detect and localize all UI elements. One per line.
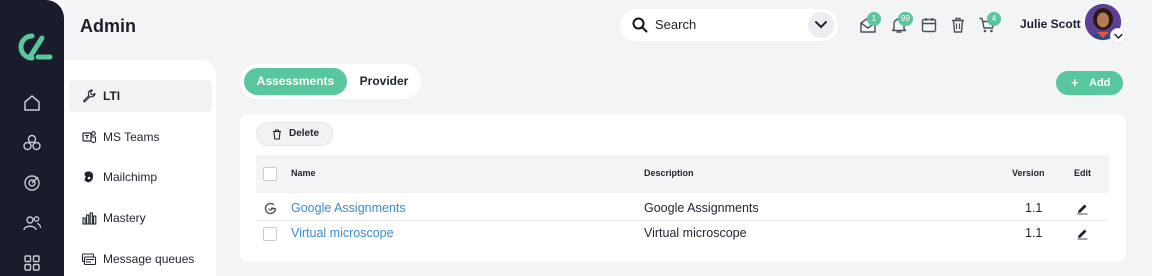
row-description: Virtual microscope [644,226,747,240]
row-description: Google Assignments [644,201,759,215]
sidebar-item-label: Mastery [103,211,146,225]
sidebar-item-message-queues[interactable]: Message queues [69,243,212,275]
row-version: 1.1 [1025,201,1043,215]
sidebar-item-ms-teams[interactable]: MS Teams [69,121,212,153]
cart-badge: 4 [987,12,1001,26]
sidebar-item-mastery[interactable]: Mastery [69,202,212,234]
table-row[interactable]: Virtual microscope Virtual microscope 1.… [256,221,1109,246]
teams-icon [82,131,97,144]
chevron-down-icon [1114,33,1123,40]
bell-badge: 99 [898,12,913,26]
apps-icon[interactable] [22,253,42,273]
table-header: Name Description Version Edit [256,155,1109,193]
sidebar-item-label: LTI [103,89,121,103]
wrench-icon [82,89,96,103]
home-icon[interactable] [22,93,42,113]
sidebar-item-label: Mailchimp [103,170,158,184]
search-input[interactable]: Search [655,17,696,32]
pencil-icon[interactable] [1076,202,1089,215]
table-row[interactable]: Google Assignments Google Assignments 1.… [256,196,1109,221]
integrations-sidebar: LTI MS Teams Mailchimp Mastery Message q… [64,60,216,276]
tab-assessments[interactable]: Assessments [244,68,347,95]
column-header-version[interactable]: Version [1012,168,1045,178]
column-header-name[interactable]: Name [291,168,316,178]
assessments-card: Delete Name Description Version Edit Goo… [240,114,1126,262]
nav-rail [0,0,64,276]
row-name-link[interactable]: Google Assignments [291,201,406,215]
brand-logo[interactable] [12,30,54,64]
plus-icon: + [1071,75,1079,90]
google-icon [264,202,277,215]
bar-chart-icon [82,212,97,225]
modules-icon[interactable] [22,133,42,153]
delete-button-label: Delete [289,128,320,139]
sidebar-item-label: Message queues [103,252,195,266]
sidebar-item-label: MS Teams [103,130,160,144]
calendar-icon[interactable] [920,16,938,34]
users-icon[interactable] [22,213,42,233]
add-button[interactable]: + Add [1056,71,1123,95]
user-menu-toggle[interactable] [1110,28,1126,44]
tab-provider[interactable]: Provider [350,68,418,95]
page-title: Admin [80,16,136,36]
mail-badge: 1 [867,12,881,26]
trash-icon[interactable] [949,16,967,34]
delete-button[interactable]: Delete [256,122,333,146]
search-icon [632,17,648,33]
search-box[interactable]: Search [620,9,838,41]
add-button-label: Add [1089,77,1111,89]
message-queue-icon [81,253,97,266]
row-name-link[interactable]: Virtual microscope [291,226,394,240]
search-scope-dropdown[interactable] [808,12,834,38]
column-header-edit: Edit [1074,168,1091,178]
sidebar-item-mailchimp[interactable]: Mailchimp [69,161,212,193]
pencil-icon[interactable] [1076,227,1089,240]
row-checkbox[interactable] [263,227,277,241]
column-header-description[interactable]: Description [644,168,694,178]
user-name[interactable]: Julie Scott [1020,17,1081,31]
row-version: 1.1 [1025,226,1043,240]
mailchimp-icon [84,171,94,183]
chevron-down-icon [815,21,827,29]
target-icon[interactable] [22,173,42,193]
sidebar-item-lti[interactable]: LTI [69,80,212,112]
trash-icon [273,129,281,140]
select-all-checkbox[interactable] [263,167,277,181]
tab-bar: Assessments Provider [240,64,421,99]
